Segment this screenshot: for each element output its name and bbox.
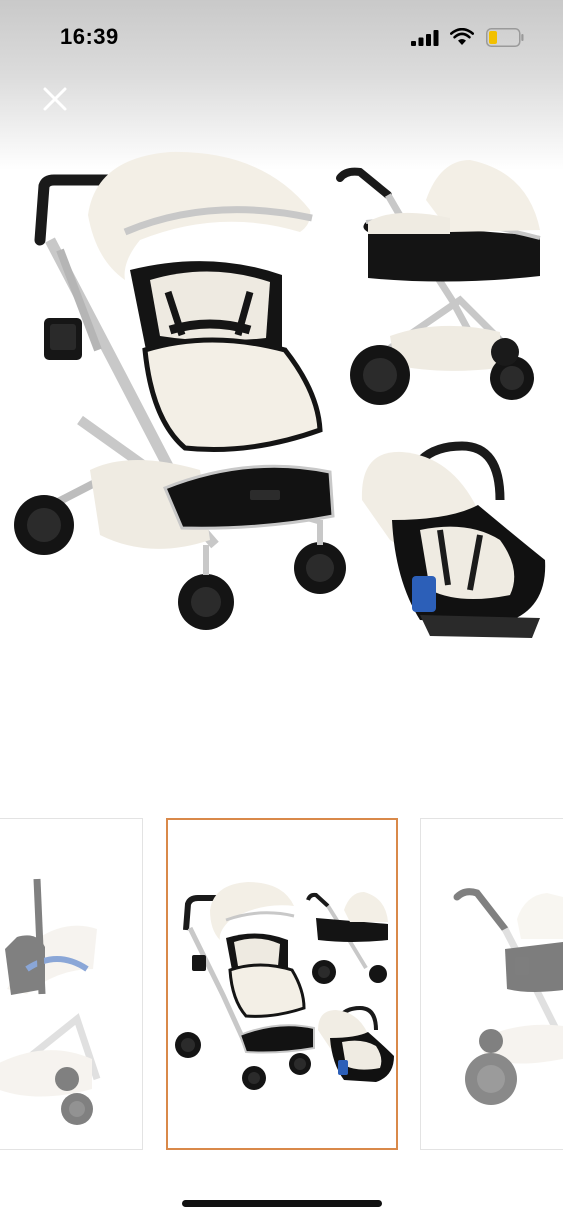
- status-time: 16:39: [60, 24, 119, 49]
- stroller-travel-system-image: [14, 151, 546, 638]
- battery-icon: [486, 28, 524, 47]
- main-stroller: [14, 151, 346, 630]
- close-icon[interactable]: [38, 82, 72, 116]
- wifi-icon: [450, 28, 474, 45]
- signal-icon: [411, 30, 439, 46]
- carrycot-stroller: [336, 160, 541, 405]
- home-indicator[interactable]: [182, 1200, 382, 1207]
- thumbnail-1[interactable]: [0, 818, 143, 1150]
- thumbnail-2[interactable]: [166, 818, 398, 1150]
- status-bar: 16:39: [0, 0, 563, 76]
- infant-car-seat: [361, 441, 546, 638]
- thumbnail-strip: [0, 818, 563, 1150]
- thumbnail-3[interactable]: [420, 818, 563, 1150]
